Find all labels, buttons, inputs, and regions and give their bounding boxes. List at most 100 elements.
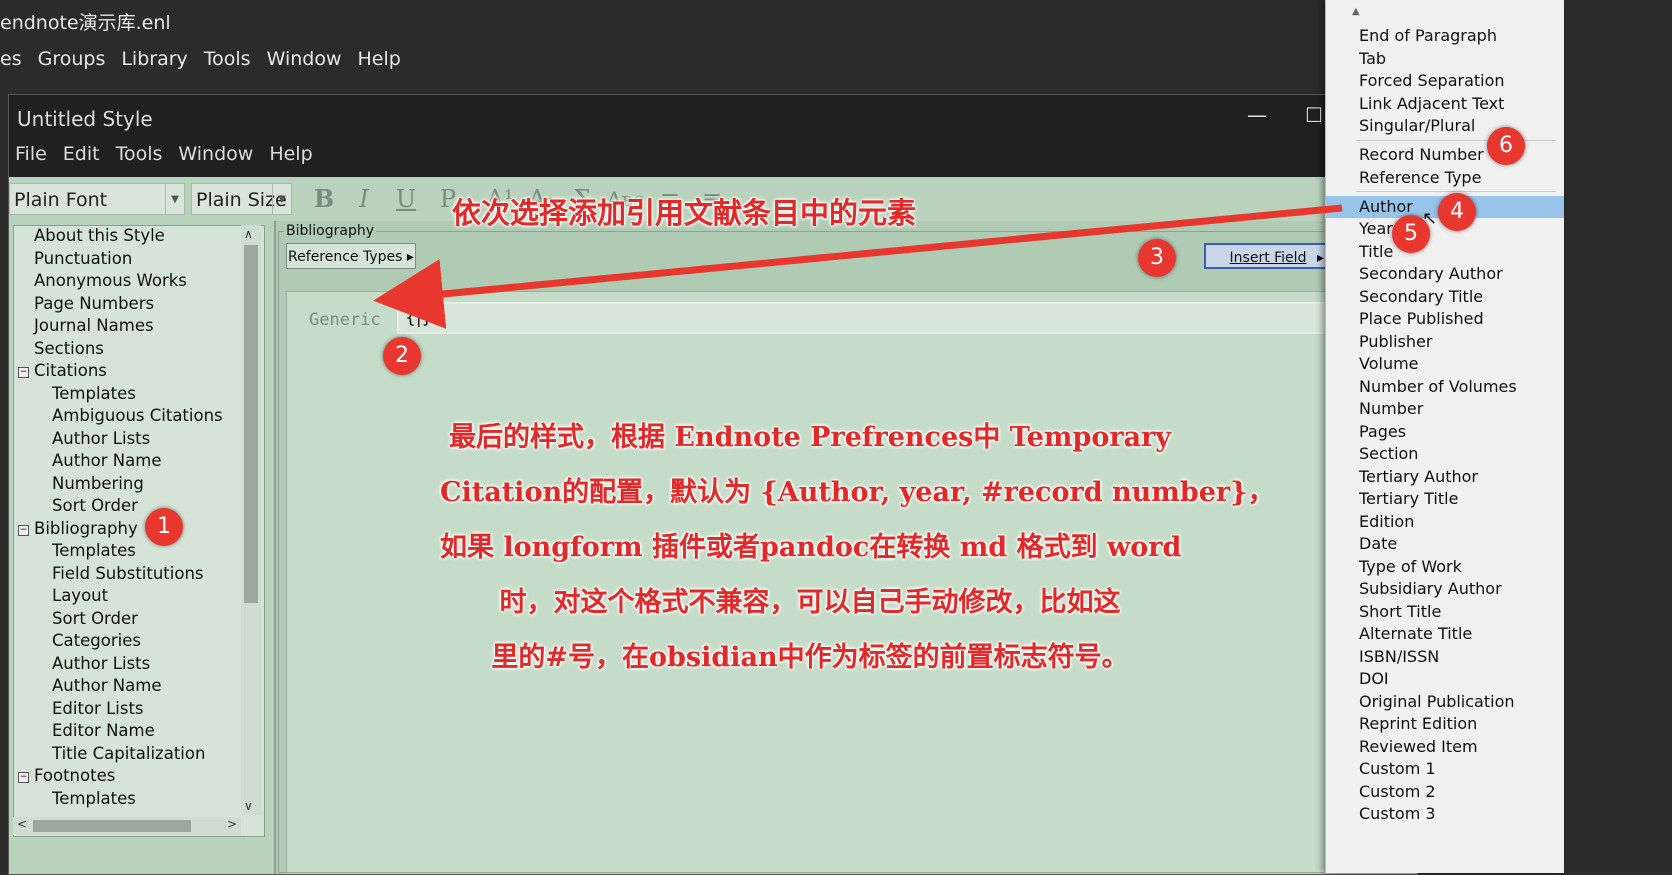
menu-item-field[interactable]: Original Publication bbox=[1326, 691, 1564, 713]
tree-item[interactable]: Punctuation bbox=[34, 249, 132, 268]
scroll-up-icon[interactable]: ▲ bbox=[1352, 6, 1360, 17]
menu-item-field[interactable]: Custom 1 bbox=[1326, 758, 1564, 780]
menu-item-field[interactable]: Date bbox=[1326, 533, 1564, 555]
menu-item-field[interactable]: Alternate Title bbox=[1326, 623, 1564, 645]
tree-item[interactable]: Sections bbox=[34, 339, 104, 358]
bold-button[interactable]: B bbox=[307, 183, 341, 215]
tree-item[interactable]: Author Name bbox=[52, 676, 161, 695]
menu-item-field[interactable]: Secondary Title bbox=[1326, 286, 1564, 308]
menu-item-field[interactable]: Pages bbox=[1326, 421, 1564, 443]
menu-item-field[interactable]: Publisher bbox=[1326, 331, 1564, 353]
menu-item-field[interactable]: End of Paragraph bbox=[1326, 25, 1564, 47]
tree-item[interactable]: Author Lists bbox=[52, 654, 150, 673]
tree-item[interactable]: Sort Order bbox=[52, 609, 138, 628]
tree-item[interactable]: Page Numbers bbox=[34, 294, 154, 313]
tree-item[interactable]: Templates bbox=[52, 789, 136, 808]
tree-item[interactable]: Sort Order bbox=[52, 496, 138, 515]
tree-item[interactable]: Author Name bbox=[52, 451, 161, 470]
menu-item[interactable]: Help bbox=[269, 143, 312, 165]
tree-horizontal-scrollbar[interactable]: < > bbox=[13, 817, 241, 835]
font-select[interactable]: Plain Font ▼ bbox=[9, 183, 185, 215]
menu-item-field[interactable]: Number bbox=[1326, 398, 1564, 420]
tree-item[interactable]: Anonymous Works bbox=[34, 271, 187, 290]
collapse-icon[interactable]: − bbox=[18, 524, 29, 536]
reference-types-button[interactable]: Reference Types ▸ bbox=[286, 243, 416, 269]
menu-item[interactable]: Window bbox=[178, 143, 253, 165]
tree-item[interactable]: Categories bbox=[52, 631, 141, 650]
menu-item-field[interactable]: Forced Separation bbox=[1326, 70, 1564, 92]
annotation-line: 最后的样式，根据 Endnote Prefrences中 Temporary bbox=[448, 422, 1171, 453]
collapse-icon[interactable]: − bbox=[18, 772, 29, 783]
tree-item[interactable]: Ambiguous Citations bbox=[52, 406, 223, 425]
menu-item-field[interactable]: Secondary Author bbox=[1326, 263, 1564, 285]
menu-item-field[interactable]: Subsidiary Author bbox=[1326, 578, 1564, 600]
menu-item-field[interactable]: Tab bbox=[1326, 48, 1564, 70]
scrollbar-thumb[interactable] bbox=[33, 820, 191, 832]
outer-menu-item[interactable]: Window bbox=[267, 48, 342, 70]
menu-item-field[interactable]: Reviewed Item bbox=[1326, 736, 1564, 758]
chevron-right-icon[interactable]: > bbox=[227, 817, 237, 831]
scrollbar-thumb[interactable] bbox=[244, 245, 258, 603]
outer-menu-item[interactable]: Tools bbox=[204, 48, 251, 70]
menu-item-field[interactable]: DOI bbox=[1326, 668, 1564, 690]
menu-item-field[interactable]: Record Number bbox=[1326, 144, 1564, 166]
tree-item[interactable]: Bibliography bbox=[34, 519, 138, 538]
size-select[interactable]: Plain Size ▼ bbox=[191, 183, 292, 215]
menu-item-field[interactable]: Custom 2 bbox=[1326, 781, 1564, 803]
tree-item[interactable]: Editor Lists bbox=[52, 699, 144, 718]
collapse-icon[interactable]: − bbox=[18, 367, 29, 378]
menu-item-field[interactable]: Tertiary Author bbox=[1326, 466, 1564, 488]
menu-item-field[interactable]: Singular/Plural bbox=[1326, 115, 1564, 137]
italic-button[interactable]: I bbox=[347, 183, 381, 215]
insert-field-button[interactable]: Insert Field ▸ bbox=[1204, 243, 1332, 269]
tree-item[interactable]: Templates bbox=[52, 384, 136, 403]
chevron-up-icon[interactable]: ∧ bbox=[244, 227, 253, 241]
section-label: Bibliography bbox=[284, 223, 376, 239]
insert-field-label: Insert Field bbox=[1229, 250, 1307, 266]
chevron-down-icon: ▼ bbox=[165, 184, 184, 214]
menu-item-field[interactable]: Tertiary Title bbox=[1326, 488, 1564, 510]
menu-item-field[interactable]: Edition bbox=[1326, 511, 1564, 533]
outer-menu-item[interactable]: es bbox=[0, 48, 22, 70]
step-badge-6: 6 bbox=[1487, 127, 1525, 165]
menu-item-field[interactable]: Title bbox=[1326, 241, 1564, 263]
chevron-left-icon[interactable]: < bbox=[17, 817, 27, 831]
tree-item[interactable]: Citations bbox=[34, 361, 107, 380]
annotation-line: 里的#号，在obsidian中作为标签的前置标志符号。 bbox=[491, 642, 1129, 673]
menu-item-field[interactable]: Link Adjacent Text bbox=[1326, 93, 1564, 115]
tree-item[interactable]: Templates bbox=[52, 541, 136, 560]
outer-menu-item[interactable]: Groups bbox=[38, 48, 106, 70]
menu-item-field[interactable]: ISBN/ISSN bbox=[1326, 646, 1564, 668]
tree-item[interactable]: Author Lists bbox=[52, 429, 150, 448]
minimize-button[interactable]: — bbox=[1227, 95, 1287, 135]
menu-item-field[interactable]: Custom 3 bbox=[1326, 803, 1564, 825]
tree-item[interactable]: Field Substitutions bbox=[52, 564, 204, 583]
menu-item[interactable]: Edit bbox=[63, 143, 100, 165]
underline-button[interactable]: U bbox=[389, 183, 423, 215]
chevron-down-icon[interactable]: ∨ bbox=[244, 799, 253, 813]
menu-item-field[interactable]: Place Published bbox=[1326, 308, 1564, 330]
tree-item[interactable]: Journal Names bbox=[34, 316, 154, 335]
menu-separator bbox=[1356, 191, 1556, 192]
menu-item[interactable]: File bbox=[15, 143, 47, 165]
menu-item-field[interactable]: Number of Volumes bbox=[1326, 376, 1564, 398]
menu-item[interactable]: Tools bbox=[116, 143, 163, 165]
generic-template-field[interactable]: {|} bbox=[397, 302, 1397, 334]
menu-item-field[interactable]: Volume bbox=[1326, 353, 1564, 375]
annotation-top-note: 依次选择添加引用文献条目中的元素 bbox=[452, 196, 917, 230]
outer-menu-item[interactable]: Help bbox=[358, 48, 401, 70]
menu-item-field[interactable]: Reference Type bbox=[1326, 167, 1564, 189]
tree-vertical-scrollbar[interactable]: ∨ ∧ bbox=[241, 225, 261, 815]
menu-item-field[interactable]: Section bbox=[1326, 443, 1564, 465]
tree-item[interactable]: Editor Name bbox=[52, 721, 155, 740]
tree-item[interactable]: Title Capitalization bbox=[52, 744, 205, 763]
tree-item[interactable]: About this Style bbox=[34, 226, 165, 245]
menu-item-field[interactable]: Type of Work bbox=[1326, 556, 1564, 578]
menu-item-field[interactable]: Reprint Edition bbox=[1326, 713, 1564, 735]
tree-item[interactable]: Numbering bbox=[52, 474, 144, 493]
menu-item-field[interactable]: Short Title bbox=[1326, 601, 1564, 623]
annotation-line: 如果 longform 插件或者pandoc在转换 md 格式到 word bbox=[440, 532, 1182, 563]
tree-item[interactable]: Layout bbox=[52, 586, 108, 605]
outer-menu-item[interactable]: Library bbox=[121, 48, 187, 70]
tree-item[interactable]: Footnotes bbox=[34, 766, 115, 785]
